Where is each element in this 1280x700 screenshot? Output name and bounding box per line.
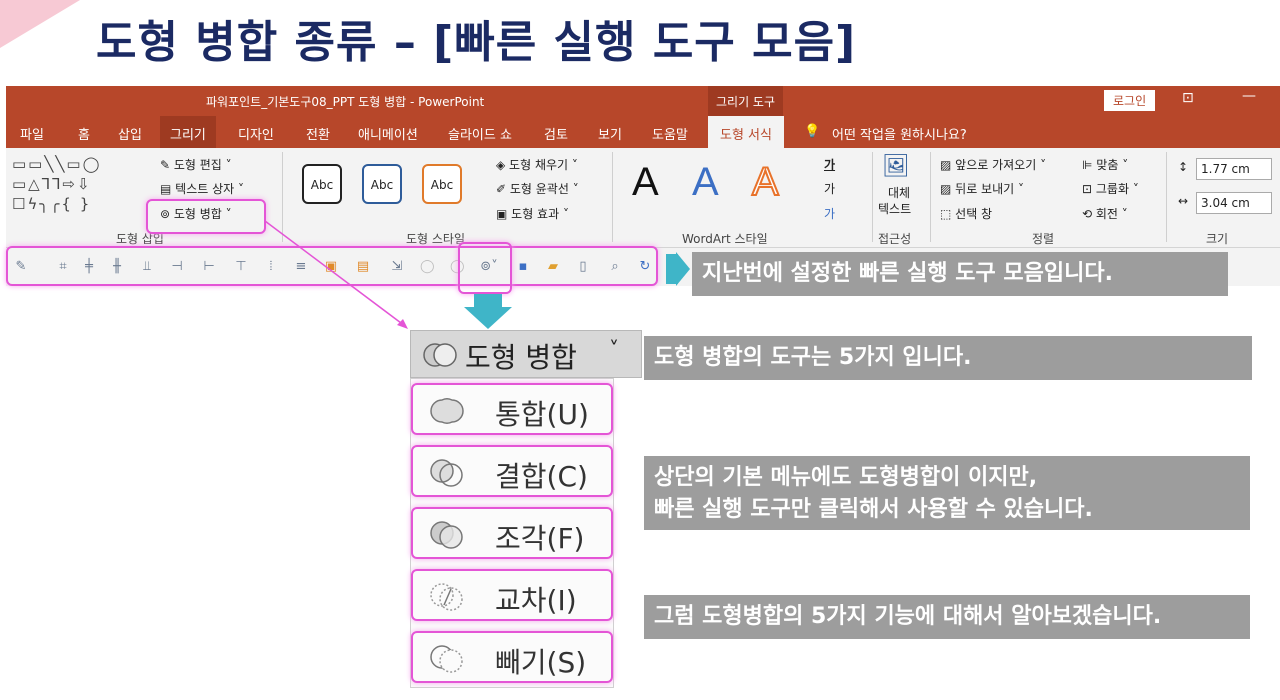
subtract-icon — [427, 639, 467, 679]
note-menu-line1: 상단의 기본 메뉴에도 도형병합이 이지만, — [654, 462, 1240, 494]
menu-item-label: 결합(C) — [495, 455, 588, 495]
note-menu-line2: 빠른 실행 도구만 클릭해서 사용할 수 있습니다. — [654, 494, 1240, 526]
menu-item-combine[interactable]: 결합(C) — [411, 445, 613, 497]
fragment-icon — [427, 515, 467, 555]
menu-item-intersect[interactable]: 교차(I) — [411, 569, 613, 621]
menu-item-fragment[interactable]: 조각(F) — [411, 507, 613, 559]
menu-item-label: 조각(F) — [495, 517, 584, 557]
intersect-icon — [427, 577, 467, 617]
dropdown-header-label: 도형 병합 — [465, 336, 577, 376]
menu-item-subtract[interactable]: 빼기(S) — [411, 631, 613, 683]
combine-icon — [427, 453, 467, 493]
note-menu: 상단의 기본 메뉴에도 도형병합이 이지만, 빠른 실행 도구만 클릭해서 사용… — [644, 456, 1250, 530]
merge-shapes-dropdown-header[interactable]: 도형 병합 ˅ — [410, 330, 642, 378]
menu-item-union[interactable]: 통합(U) — [411, 383, 613, 435]
arrow-right-head — [676, 252, 690, 286]
union-icon — [427, 391, 467, 431]
arrow-down-icon — [474, 294, 502, 308]
menu-item-label: 빼기(S) — [495, 641, 586, 681]
menu-item-label: 교차(I) — [495, 579, 577, 619]
arrow-down-head — [464, 307, 512, 329]
merge-shapes-icon — [419, 335, 459, 375]
note-qat: 지난번에 설정한 빠른 실행 도구 모음입니다. — [692, 252, 1228, 296]
note-five-tools: 도형 병합의 도구는 5가지 입니다. — [644, 336, 1252, 380]
note-learn: 그럼 도형병합의 5가지 기능에 대해서 알아보겠습니다. — [644, 595, 1250, 639]
merge-shapes-menu: 통합(U) 결합(C) 조각(F) 교차(I) 빼기(S) — [410, 378, 614, 688]
chevron-down-icon: ˅ — [609, 337, 619, 361]
menu-item-label: 통합(U) — [495, 393, 589, 433]
